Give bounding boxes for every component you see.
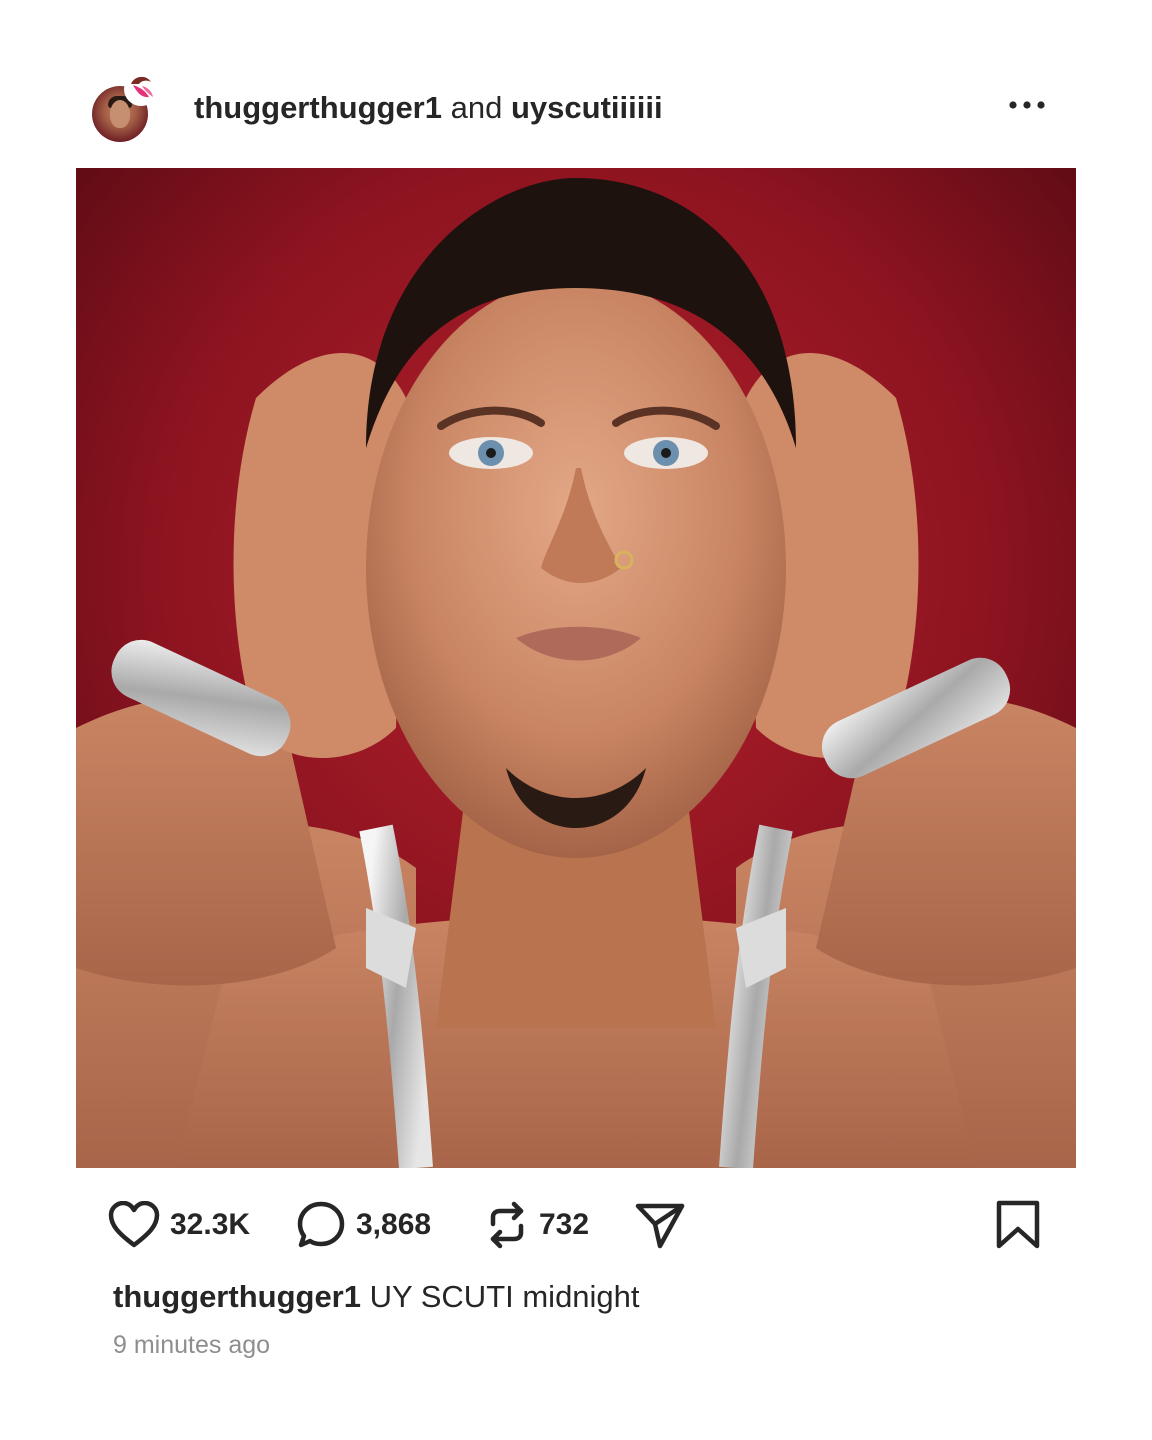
post-timestamp: 9 minutes ago — [113, 1331, 271, 1359]
heart-icon — [108, 1201, 160, 1248]
comment-button[interactable]: 3,868 — [296, 1198, 431, 1252]
more-options-button[interactable] — [1002, 90, 1052, 120]
collab-avatar-badge-icon — [124, 72, 158, 106]
post-photo-image — [76, 168, 1076, 1168]
bookmark-icon — [996, 1200, 1040, 1249]
repost-icon — [490, 1201, 524, 1249]
like-count: 32.3K — [170, 1208, 251, 1241]
author-username[interactable]: thuggerthugger1 — [194, 90, 442, 125]
caption-text: UY SCUTI midnight — [369, 1279, 640, 1314]
post-header-title: thuggerthugger1 and uyscutiiiiii — [194, 88, 663, 128]
caption-username[interactable]: thuggerthugger1 — [113, 1279, 361, 1314]
post-caption: thuggerthugger1 UY SCUTI midnight — [113, 1277, 640, 1317]
comment-count: 3,868 — [356, 1208, 432, 1241]
save-button[interactable] — [996, 1198, 1040, 1252]
share-icon — [635, 1203, 685, 1249]
post-photo[interactable] — [76, 168, 1076, 1168]
repost-count: 732 — [539, 1208, 590, 1241]
comment-icon — [297, 1201, 345, 1248]
repost-button[interactable]: 732 — [485, 1198, 589, 1252]
post-actions: 32.3K 3,868 732 — [0, 1192, 1152, 1258]
like-button[interactable]: 32.3K — [108, 1198, 250, 1252]
more-horizontal-icon — [1009, 101, 1045, 109]
share-button[interactable] — [634, 1198, 686, 1252]
collaborator-username[interactable]: uyscutiiiiii — [511, 90, 663, 125]
post-header: thuggerthugger1 and uyscutiiiiii — [0, 60, 1152, 150]
header-joiner: and — [450, 90, 503, 125]
